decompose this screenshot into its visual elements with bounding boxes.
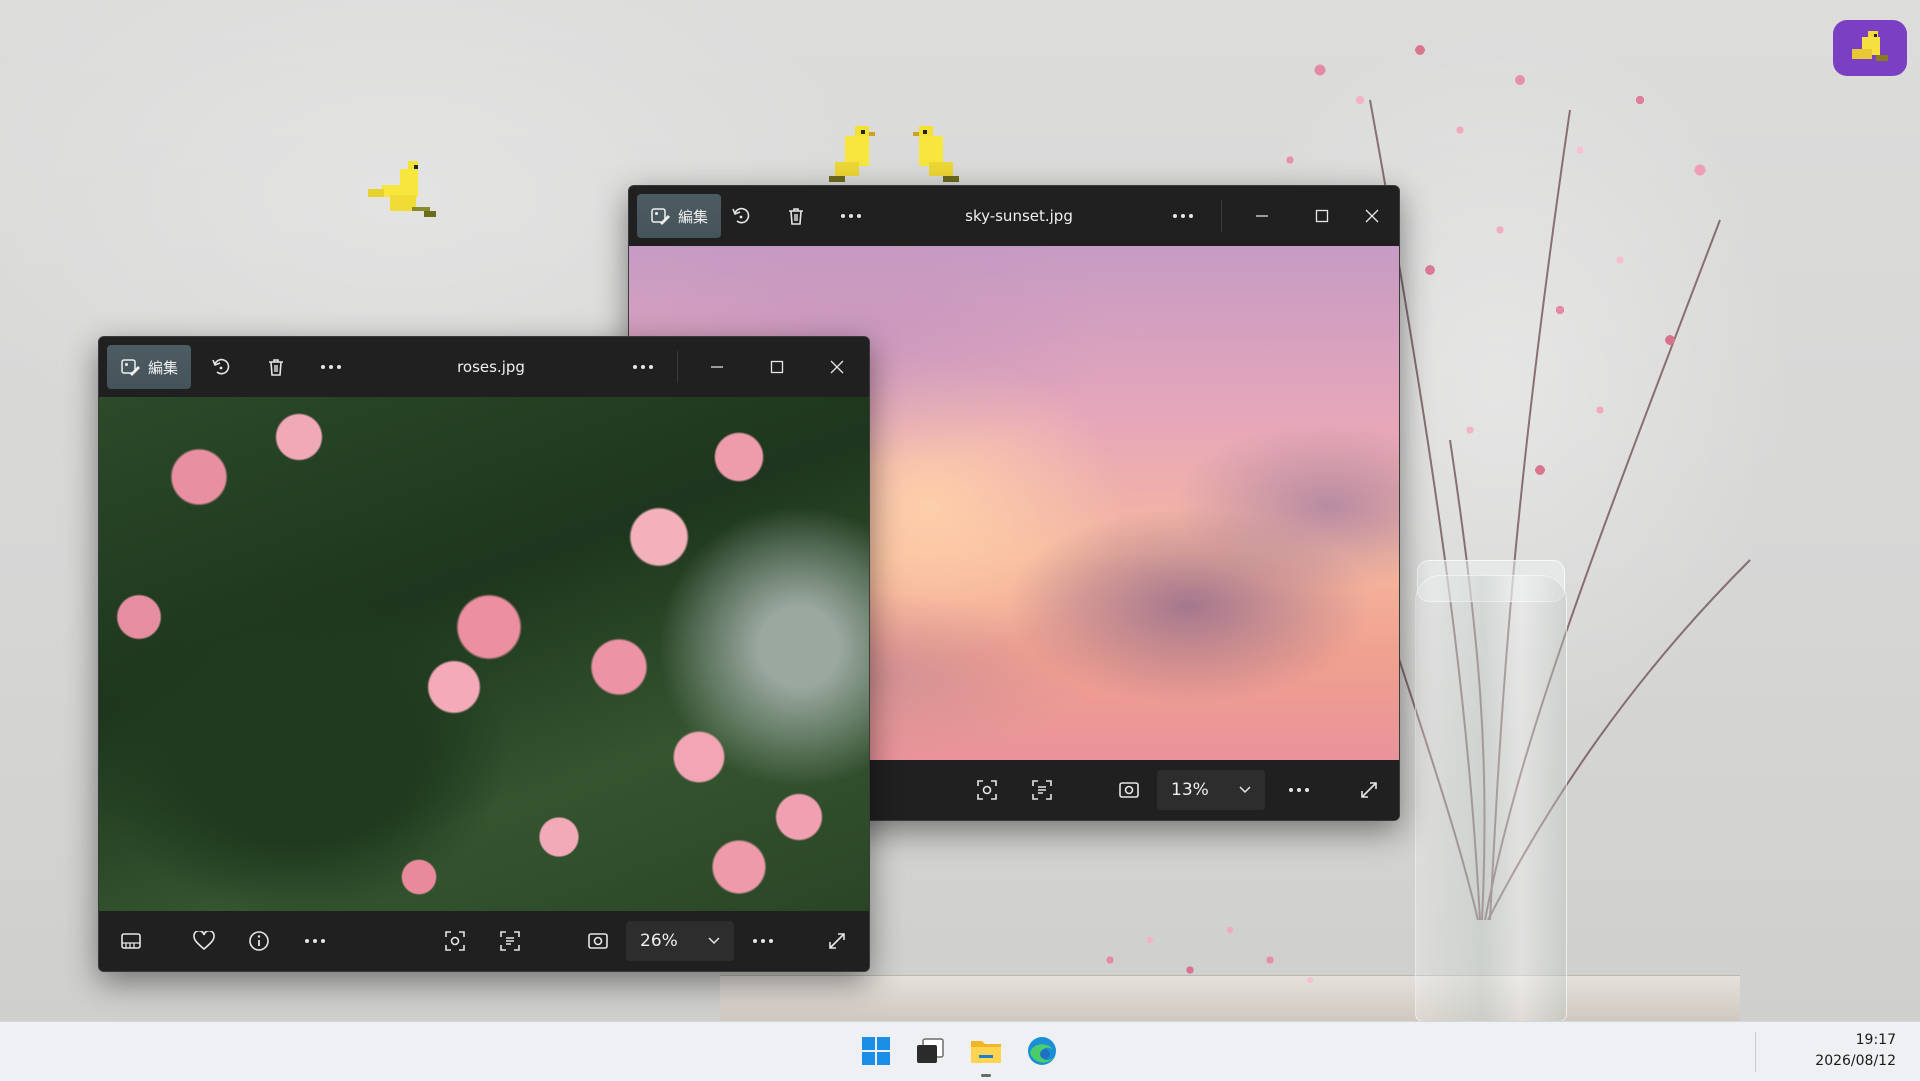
more-icon [633,365,653,369]
visual-search-button[interactable] [967,768,1007,812]
photos-window-roses[interactable]: 編集 roses.jpg 26% [98,336,870,972]
text-scan-icon [1032,780,1052,800]
active-indicator [981,1074,991,1077]
fit-view-icon [588,933,608,949]
visual-search-icon [977,780,997,800]
window-title: roses.jpg [457,358,525,376]
titlebar[interactable]: 編集 sky-sunset.jpg [629,186,1399,246]
bottom-toolbar: 26% [99,911,869,971]
more-icon [305,939,325,943]
yellow-bird-icon[interactable] [360,155,445,240]
wallpaper-vase [1415,575,1567,1021]
minimize-icon [711,366,723,368]
title-more-button[interactable] [1161,194,1205,238]
heart-icon [193,931,215,951]
task-view-button[interactable] [910,1031,950,1071]
clock[interactable]: 19:17 2026/08/12 [1815,1030,1896,1072]
more-icon [1289,788,1309,792]
edge-browser-button[interactable] [1022,1031,1062,1071]
yellow-bird-icon[interactable] [825,122,883,188]
bottom-more-button[interactable] [1279,768,1319,812]
windows-logo-icon [862,1037,890,1065]
minimize-icon [1256,215,1268,217]
zoom-dropdown[interactable]: 13% [1157,770,1265,810]
delete-button[interactable] [256,345,296,389]
rotate-button[interactable] [201,345,241,389]
pet-app-icon[interactable] [1833,20,1907,76]
bottom-more-left-button[interactable] [295,919,335,963]
edit-label: 編集 [677,207,708,226]
photo-roses[interactable] [99,397,869,911]
more-button[interactable] [311,345,351,389]
more-icon [1173,214,1193,218]
minimize-button[interactable] [694,345,740,389]
divider [1221,200,1222,232]
clock-date: 2026/08/12 [1815,1053,1896,1069]
wallpaper-ground-flowers [1080,900,1340,1000]
delete-button[interactable] [776,194,816,238]
expand-icon [829,933,845,949]
clock-time: 19:17 [1855,1032,1896,1048]
fullscreen-button[interactable] [817,919,857,963]
task-view-icon [917,1038,944,1063]
start-button[interactable] [856,1031,896,1071]
filmstrip-icon [121,933,141,949]
edit-button[interactable]: 編集 [107,345,191,389]
close-button[interactable] [814,345,860,389]
edit-image-icon [651,208,670,225]
folder-icon [971,1041,1001,1063]
text-scan-icon [500,931,520,951]
maximize-button[interactable] [1299,194,1345,238]
window-title: sky-sunset.jpg [965,207,1073,225]
more-button[interactable] [831,194,871,238]
maximize-icon [1315,209,1329,223]
title-more-button[interactable] [621,345,665,389]
more-icon [753,939,773,943]
taskbar: 19:17 2026/08/12 [0,1021,1920,1081]
maximize-icon [770,360,784,374]
fit-view-icon [1119,782,1139,798]
rotate-icon [212,358,230,375]
rotate-icon [732,207,750,224]
divider [677,351,678,383]
trash-icon [269,359,283,376]
minimize-button[interactable] [1239,194,1285,238]
text-scan-button[interactable] [1022,768,1062,812]
expand-icon [1361,782,1377,798]
maximize-button[interactable] [754,345,800,389]
close-icon [830,360,844,374]
info-icon [249,931,269,951]
zoom-value: 13% [1171,780,1209,800]
zoom-dropdown[interactable]: 26% [626,921,734,961]
trash-icon [789,208,803,225]
bottom-more-button[interactable] [743,919,783,963]
info-button[interactable] [239,919,279,963]
zoom-value: 26% [640,931,678,951]
filmstrip-button[interactable] [111,919,151,963]
edit-label: 編集 [147,358,178,377]
tray-divider [1755,1032,1756,1072]
titlebar[interactable]: 編集 roses.jpg [99,337,869,397]
file-explorer-button[interactable] [966,1031,1006,1077]
close-icon [1365,209,1379,223]
edit-image-icon [121,359,140,376]
chevron-down-icon [708,937,720,945]
visual-search-icon [445,931,465,951]
visual-search-button[interactable] [435,919,475,963]
yellow-bird-icon[interactable] [905,122,963,188]
close-button[interactable] [1349,194,1395,238]
more-icon [321,365,341,369]
fit-view-button[interactable] [578,919,618,963]
chevron-down-icon [1239,786,1251,794]
favorite-button[interactable] [184,919,224,963]
rotate-button[interactable] [721,194,761,238]
text-scan-button[interactable] [490,919,530,963]
fit-view-button[interactable] [1109,768,1149,812]
more-icon [841,214,861,218]
edge-icon [1028,1037,1056,1065]
edit-button[interactable]: 編集 [637,194,721,238]
fullscreen-button[interactable] [1349,768,1389,812]
